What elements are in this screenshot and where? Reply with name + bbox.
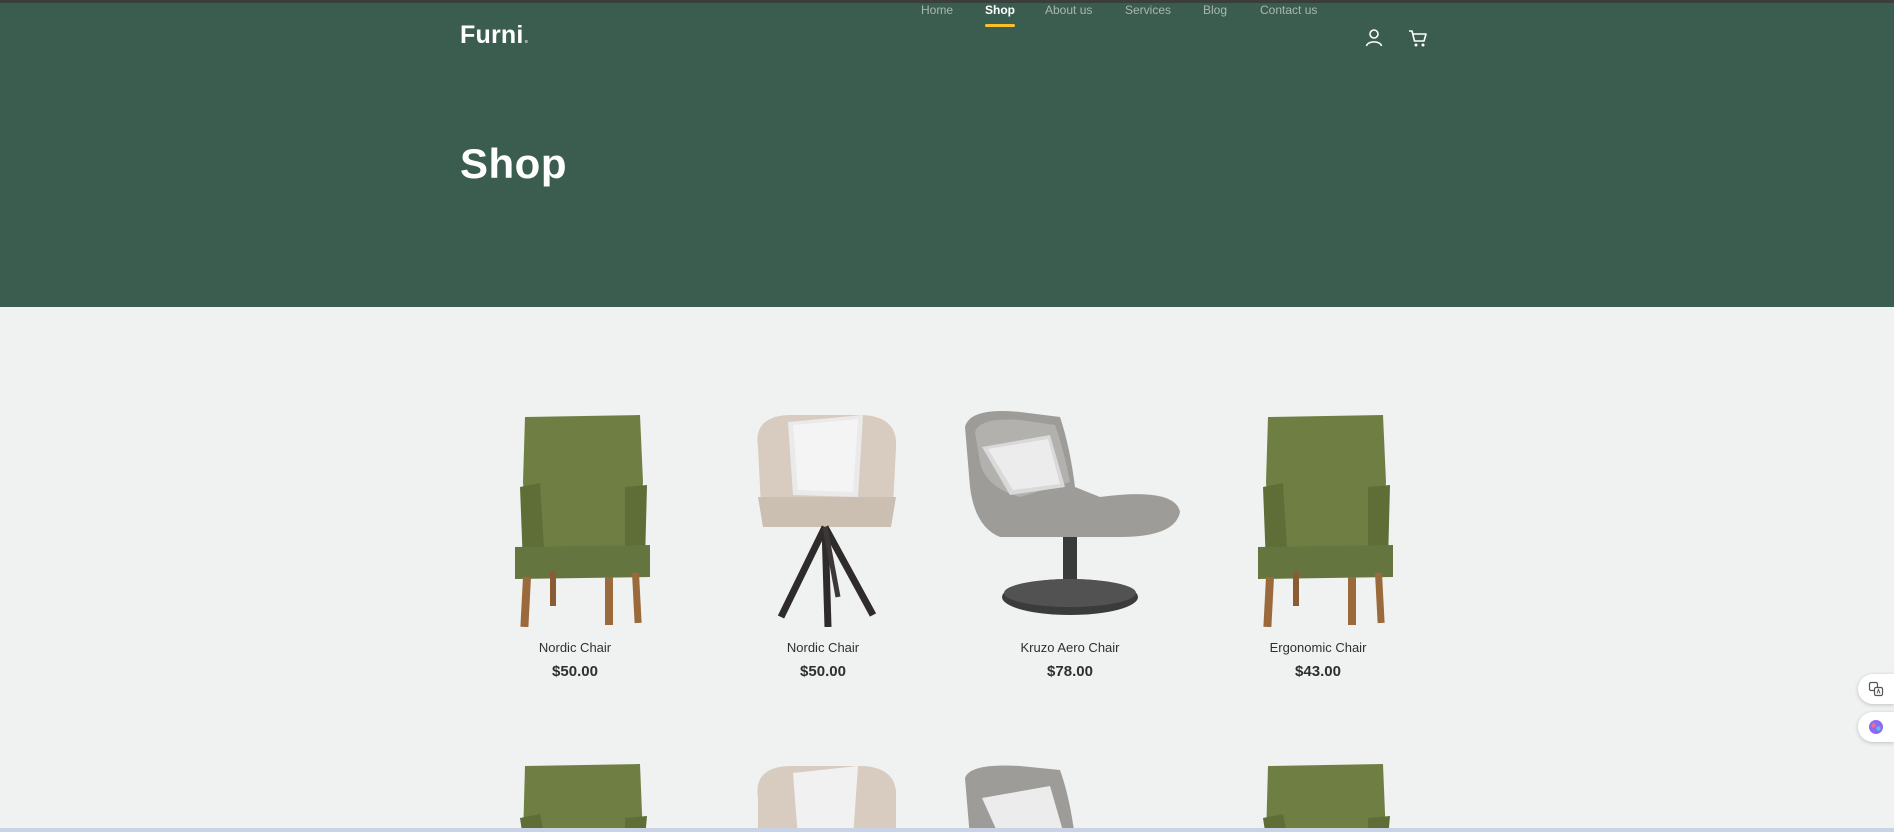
product-price: $50.00 bbox=[552, 663, 598, 680]
product-card[interactable]: Kruzo Aero Chair $78.00 bbox=[960, 307, 1180, 680]
nav-item-contact-us[interactable]: Contact us bbox=[1260, 3, 1317, 17]
product-name: Nordic Chair bbox=[786, 640, 860, 655]
nav-item-blog[interactable]: Blog bbox=[1203, 3, 1227, 17]
product-name: Kruzo Aero Chair bbox=[1020, 640, 1120, 655]
product-price: $78.00 bbox=[1047, 663, 1093, 680]
product-card[interactable] bbox=[465, 758, 685, 832]
user-icon[interactable] bbox=[1363, 27, 1385, 49]
cart-icon[interactable] bbox=[1407, 27, 1429, 49]
product-image bbox=[520, 764, 647, 832]
product-price: $50.00 bbox=[800, 663, 846, 680]
product-name: Ergonomic Chair bbox=[1269, 640, 1367, 655]
brand-name: Furni bbox=[460, 21, 524, 49]
product-image bbox=[713, 387, 933, 628]
product-image bbox=[1263, 764, 1390, 832]
nav-item-home[interactable]: Home bbox=[921, 3, 953, 17]
product-image bbox=[465, 387, 685, 628]
ai-assistant-icon[interactable] bbox=[1858, 712, 1894, 742]
navbar: Furni. Home Shop About us Services Blog … bbox=[0, 3, 1894, 67]
product-grid: Nordic Chair $50.00 Nordic Chair $50.00 bbox=[0, 307, 1894, 832]
nav-item-about-us[interactable]: About us bbox=[1045, 3, 1092, 17]
brand-logo[interactable]: Furni. bbox=[460, 21, 529, 50]
product-card[interactable] bbox=[960, 758, 1180, 832]
product-card[interactable] bbox=[1208, 758, 1428, 832]
product-image bbox=[965, 765, 1075, 832]
bottom-border bbox=[0, 828, 1894, 832]
product-card[interactable]: Nordic Chair $50.00 bbox=[713, 307, 933, 680]
product-image bbox=[960, 387, 1180, 627]
brand-dot: . bbox=[523, 26, 530, 48]
product-price: $43.00 bbox=[1295, 663, 1341, 680]
nav-item-shop[interactable]: Shop bbox=[985, 3, 1015, 27]
product-card[interactable]: Ergonomic Chair $43.00 bbox=[1208, 307, 1428, 680]
product-image bbox=[1208, 387, 1428, 628]
page-title: Shop bbox=[460, 140, 567, 187]
product-card[interactable]: Nordic Chair $50.00 bbox=[465, 307, 685, 680]
translate-icon[interactable] bbox=[1858, 674, 1894, 704]
product-card[interactable] bbox=[713, 758, 933, 832]
product-name: Nordic Chair bbox=[538, 640, 612, 655]
hero-section: Furni. Home Shop About us Services Blog … bbox=[0, 3, 1894, 307]
nav-item-services[interactable]: Services bbox=[1125, 3, 1171, 17]
product-image bbox=[757, 766, 897, 832]
